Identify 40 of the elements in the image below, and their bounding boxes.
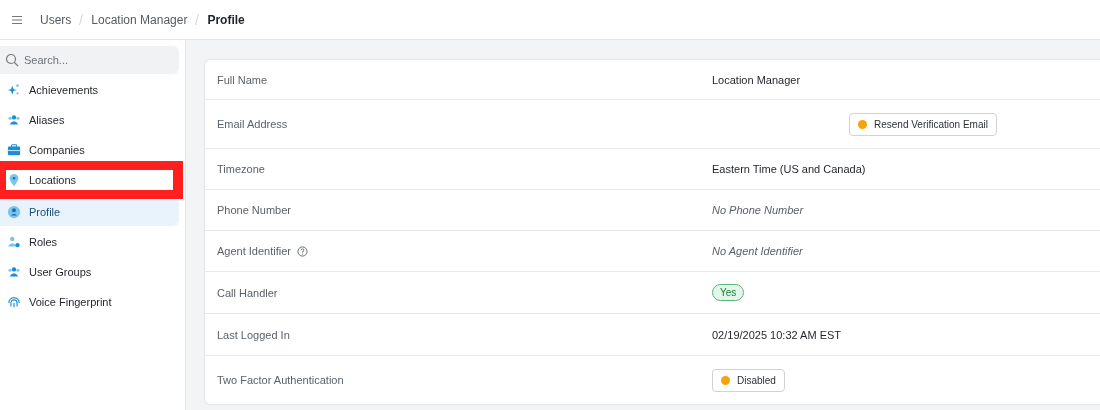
sidebar-item[interactable]: User Groups: [0, 258, 179, 286]
status-badge: Yes: [712, 284, 745, 301]
status-button[interactable]: Resend Verification Email: [849, 112, 997, 136]
sidebar-item[interactable]: Roles: [0, 228, 179, 256]
help-icon[interactable]: [297, 245, 308, 257]
field-label: Email Address: [217, 118, 288, 130]
field-value: 02/19/2025 10:32 AM EST: [712, 328, 842, 341]
sparkle-icon: [7, 83, 21, 97]
breadcrumb-separator-icon: [79, 14, 84, 25]
field-label: Agent Identifier: [217, 245, 291, 257]
breadcrumb[interactable]: Location Manager: [91, 12, 188, 27]
people-icon: [7, 113, 21, 127]
sidebar-item[interactable]: Companies: [0, 136, 179, 164]
field-label: Timezone: [217, 163, 265, 175]
field-value: No Agent Identifier: [712, 245, 803, 257]
field-label: Call Handler: [217, 286, 278, 299]
sidebar-item[interactable]: Profile: [0, 198, 179, 226]
sidebar-item[interactable]: Achievements: [0, 76, 179, 104]
search-icon: [5, 53, 19, 67]
search-field[interactable]: Search...: [0, 46, 179, 74]
sidebar-item[interactable]: Aliases: [0, 106, 179, 134]
field-label: Phone Number: [217, 204, 291, 216]
location-pin-icon: [7, 173, 21, 187]
field-label: Two Factor Authentication: [217, 374, 344, 386]
status-button[interactable]: Disabled: [712, 368, 785, 392]
field-value: No Phone Number: [712, 204, 804, 216]
field-value: Location Manager: [712, 73, 801, 86]
sidebar-item[interactable]: Voice Fingerprint: [0, 288, 179, 316]
field-label: Full Name: [217, 73, 268, 86]
breadcrumb-separator-icon: [195, 14, 200, 25]
breadcrumb: Profile: [207, 12, 245, 27]
briefcase-icon: [7, 143, 21, 157]
fingerprint-icon: [7, 295, 21, 309]
people-icon: [7, 265, 21, 279]
person-icon: [7, 205, 21, 219]
field-label: Last Logged In: [217, 328, 290, 341]
breadcrumb[interactable]: Users: [40, 12, 72, 27]
field-value: Eastern Time (US and Canada): [712, 163, 866, 175]
menu-icon[interactable]: [12, 15, 22, 24]
person-gear-icon: [7, 235, 21, 249]
